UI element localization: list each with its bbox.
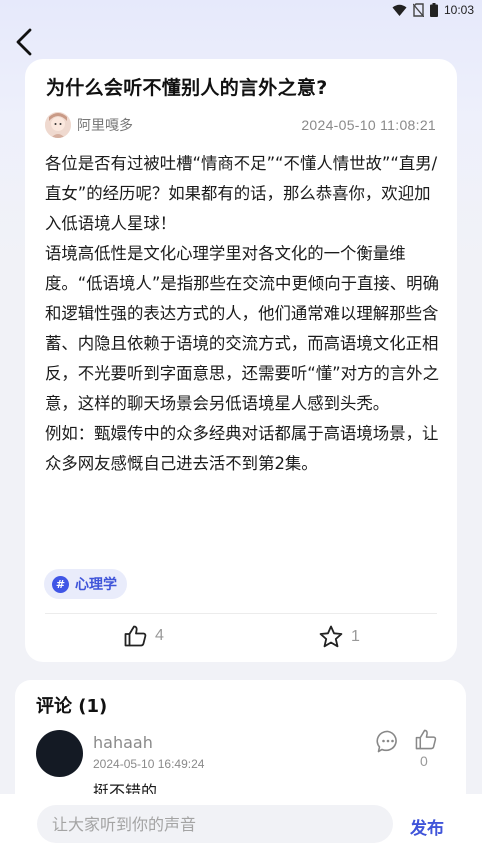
- comment-like-button[interactable]: [415, 729, 437, 754]
- post-paragraph: 各位是否有过被吐槽“情商不足”“不懂人情世故”“直男/直女”的经历呢？如果都有的…: [45, 154, 438, 233]
- comment-composer: 发布: [0, 794, 482, 856]
- post-body: 各位是否有过被吐槽“情商不足”“不懂人情世故”“直男/直女”的经历呢？如果都有的…: [45, 149, 441, 479]
- battery-icon: [429, 3, 438, 17]
- divider: [45, 613, 437, 614]
- favorite-count: 1: [351, 627, 360, 645]
- sim-off-icon: [412, 3, 424, 17]
- publish-button[interactable]: 发布: [410, 814, 444, 839]
- avatar-image: [45, 112, 71, 138]
- status-bar: 10:03: [0, 0, 482, 22]
- post-card: 为什么会听不懂别人的言外之意? 阿里嘎多 2024-05-10 11:08:21…: [25, 59, 457, 662]
- star-icon: [319, 625, 343, 648]
- author-name[interactable]: 阿里嘎多: [77, 115, 133, 135]
- author-avatar[interactable]: [45, 112, 71, 138]
- post-paragraph: 例如：甄嬛传中的众多经典对话都属于高语境场景，让众多网友感慨自己进去活不到第2集…: [45, 424, 439, 473]
- reply-button[interactable]: [376, 730, 400, 757]
- topic-tag-label: 心理学: [75, 577, 117, 593]
- status-icons: 10:03: [392, 3, 474, 17]
- wifi-icon: [392, 4, 407, 16]
- comment-like-count: 0: [420, 753, 428, 769]
- chevron-left-icon: [16, 28, 32, 56]
- comment-avatar[interactable]: [36, 730, 83, 777]
- like-count: 4: [155, 627, 164, 644]
- topic-tag[interactable]: # 心理学: [44, 569, 127, 599]
- post-title: 为什么会听不懂别人的言外之意?: [46, 77, 328, 99]
- thumbs-up-icon: [124, 625, 147, 647]
- thumbs-up-icon: [415, 729, 437, 750]
- comment-input[interactable]: [37, 805, 393, 843]
- like-button[interactable]: 4: [124, 625, 164, 647]
- comment-time: 2024-05-10 16:49:24: [93, 757, 205, 771]
- back-button[interactable]: [8, 26, 40, 58]
- hashtag-icon: #: [52, 575, 69, 593]
- author-row: 阿里嘎多 2024-05-10 11:08:21: [45, 111, 436, 139]
- post-time: 2024-05-10 11:08:21: [301, 117, 436, 133]
- comments-title: 评论 (1): [36, 696, 108, 717]
- favorite-button[interactable]: 1: [319, 625, 360, 648]
- comment-username[interactable]: hahaah: [93, 733, 153, 752]
- post-paragraph: 语境高低性是文化心理学里对各文化的一个衡量维度。“低语境人”是指那些在交流中更倾…: [45, 244, 439, 413]
- comment-bubble-icon: [376, 730, 397, 753]
- status-time: 10:03: [443, 3, 474, 17]
